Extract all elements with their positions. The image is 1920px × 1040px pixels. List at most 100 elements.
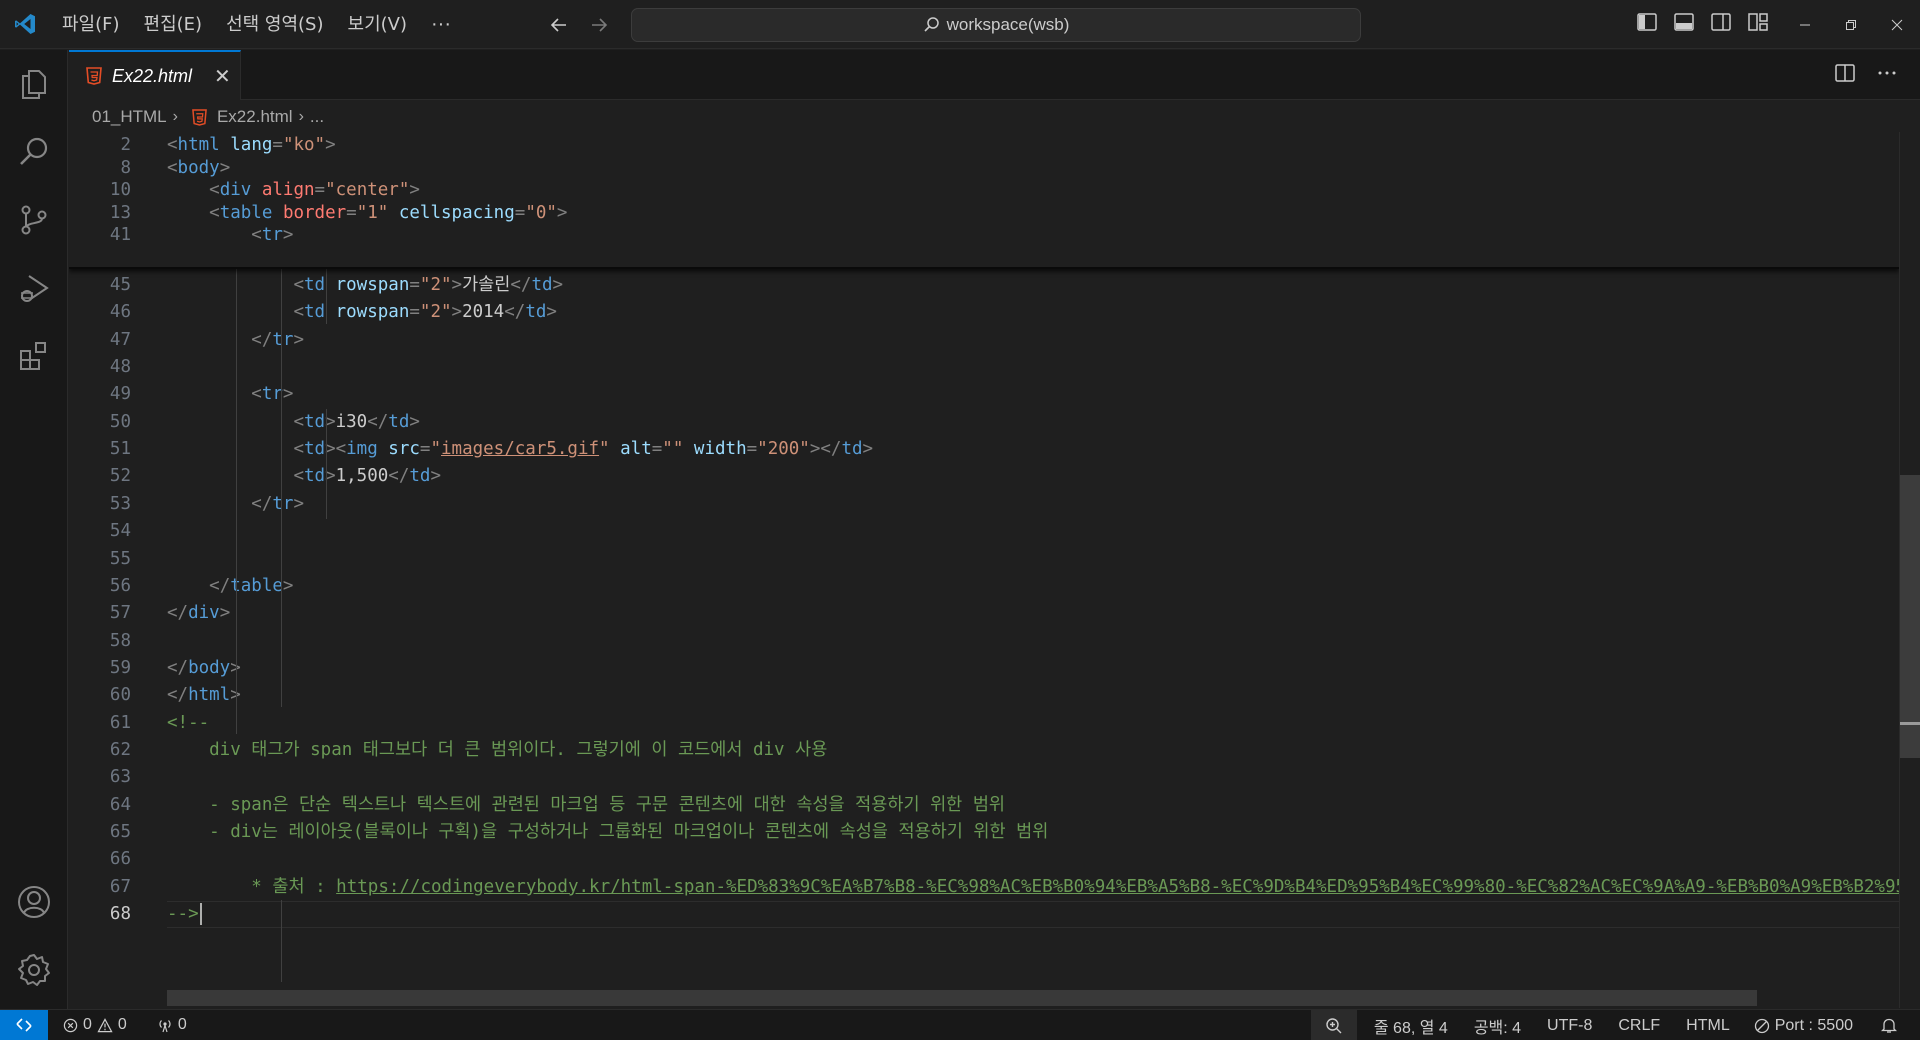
toggle-primary-sidebar-icon[interactable] [1636,11,1658,38]
code-line[interactable]: 46 <td rowspan="2">2014</td> [69,299,1899,326]
encoding[interactable]: UTF-8 [1538,1010,1601,1040]
end-of-line[interactable]: CRLF [1609,1010,1669,1040]
port-label: Port : 5500 [1774,1016,1853,1034]
remote-indicator-icon[interactable] [0,1009,48,1040]
code-line[interactable]: 51 <td><img src="images/car5.gif" alt=""… [69,436,1899,463]
cursor-position[interactable]: 줄 68, 열 4 [1365,1010,1457,1040]
code-line[interactable]: 49 <tr> [69,381,1899,408]
code-line[interactable]: 50 <td>i30</td> [69,409,1899,436]
close-window-icon[interactable] [1874,0,1920,49]
command-center-search[interactable]: workspace(wsb) [631,8,1361,42]
breadcrumb-symbols[interactable]: ... [310,107,324,127]
code-line[interactable]: 55 [69,546,1899,573]
code-token: * 출처 : [167,876,337,897]
code-line[interactable]: 64 - span은 단순 텍스트나 텍스트에 관련된 마크업 등 구문 콘텐츠… [69,792,1899,819]
horizontal-scrollbar[interactable] [167,990,1757,1006]
code-text: div 태그가 span 태그보다 더 큰 범위이다. 그렇기에 이 코드에서 … [167,737,827,764]
code-line[interactable]: 58 [69,628,1899,655]
code-line[interactable]: 59 </body> [69,655,1899,682]
line-number: 48 [109,357,131,378]
code-token: > [430,466,441,487]
language-mode[interactable]: HTML [1677,1010,1739,1040]
explorer-icon[interactable] [0,50,68,118]
tab-close-icon[interactable]: ✕ [214,64,231,89]
code-token: < [293,466,304,487]
code-token: td [409,466,431,487]
code-token: = [409,302,420,323]
code-line[interactable]: 66 [69,846,1899,873]
code-line[interactable]: 68 --> [69,901,1899,929]
code-line[interactable]: 62 div 태그가 span 태그보다 더 큰 범위이다. 그렇기에 이 코드… [69,737,1899,764]
extensions-icon[interactable] [0,322,68,390]
vertical-scrollbar-thumb[interactable] [1900,475,1920,758]
code-token: tr [261,225,283,246]
code-line[interactable]: 45 <td rowspan="2">가솔린</td> [69,272,1899,299]
line-number: 56 [109,575,131,596]
menu-selection[interactable]: 선택 영역(S) [214,0,335,49]
code-line[interactable]: 47 </tr> [69,327,1899,354]
code-line[interactable]: 48 [69,354,1899,381]
line-number: 41 [109,225,131,246]
accounts-icon[interactable] [0,868,68,936]
code-token: cellspacing [398,202,515,223]
code-line[interactable]: 60 </html> [69,682,1899,709]
code-line[interactable]: 53 </tr> [69,491,1899,518]
code-line[interactable]: 56 </table> [69,573,1899,600]
code-token: > [293,493,304,514]
toggle-panel-icon[interactable] [1673,11,1695,38]
more-actions-icon[interactable] [1876,62,1898,89]
code-line[interactable]: 41 <tr> [69,222,1899,249]
menu-more-button[interactable]: ··· [419,13,463,36]
code-line[interactable]: 54 [69,518,1899,545]
code-line[interactable]: 63 [69,764,1899,791]
restore-icon[interactable] [1828,0,1874,49]
tab-ex22-html[interactable]: Ex22.html ✕ [69,50,241,100]
line-number: 57 [109,603,131,624]
code-token: > [409,180,420,201]
menu-view[interactable]: 보기(V) [336,0,419,49]
html-file-icon [192,108,207,126]
code-token: < [251,384,262,405]
code-line[interactable]: 65 - div는 레이아웃(블록이나 구획)을 구성하거나 그룹화된 마크업이… [69,819,1899,846]
code-line[interactable]: 52 <td>1,500</td> [69,463,1899,490]
indentation[interactable]: 공백: 4 [1465,1010,1530,1040]
menu-file[interactable]: 파일(F) [50,0,132,49]
breadcrumb-file[interactable]: Ex22.html [217,107,293,127]
live-server-port[interactable]: Port : 5500 [1745,1010,1862,1040]
code-line[interactable]: 61 <!-- [69,710,1899,737]
ports-indicator[interactable]: 0 [148,1010,196,1040]
code-token: </ [388,466,410,487]
sticky-scroll-header[interactable]: 2 <html lang="ko"> 8 <body> 10 <div align="c… [69,132,1899,269]
toggle-secondary-sidebar-icon[interactable] [1710,11,1732,38]
minimize-icon[interactable] [1782,0,1828,49]
code-line[interactable]: 67 * 출처 : https://codingeverybody.kr/htm… [69,874,1899,901]
split-editor-icon[interactable] [1834,62,1856,89]
code-token: " [430,439,441,460]
code-token[interactable]: https://codingeverybody.kr/html-span-%ED… [336,877,1899,897]
code-editor[interactable]: 2 <html lang="ko"> 8 <body> 10 <div align="c… [69,132,1899,1008]
indent-guide [326,269,327,324]
zoom-icon[interactable] [1310,1010,1357,1040]
activity-bar [0,50,68,1009]
code-token: rowspan [335,275,410,295]
code-token: td [303,411,326,432]
forward-arrow-icon[interactable] [588,14,610,36]
menu-edit[interactable]: 편집(E) [132,0,215,49]
notifications-bell-icon[interactable] [1872,1010,1906,1040]
breadcrumb-folder[interactable]: 01_HTML [92,107,167,127]
customize-layout-icon[interactable] [1747,11,1769,38]
settings-gear-icon[interactable] [0,936,68,1004]
code-token: - div는 레이아웃(블록이나 구획)을 구성하거나 그룹화된 마크업이나 콘… [167,822,1049,842]
back-arrow-icon[interactable] [548,14,570,36]
run-and-debug-icon[interactable] [0,254,68,322]
code-token: > [552,275,564,295]
line-number: 68 [109,904,131,925]
search-icon[interactable] [0,118,68,186]
code-line[interactable]: 57 </div> [69,600,1899,627]
problems-indicator[interactable]: 0 0 [54,1010,136,1040]
source-control-icon[interactable] [0,186,68,254]
